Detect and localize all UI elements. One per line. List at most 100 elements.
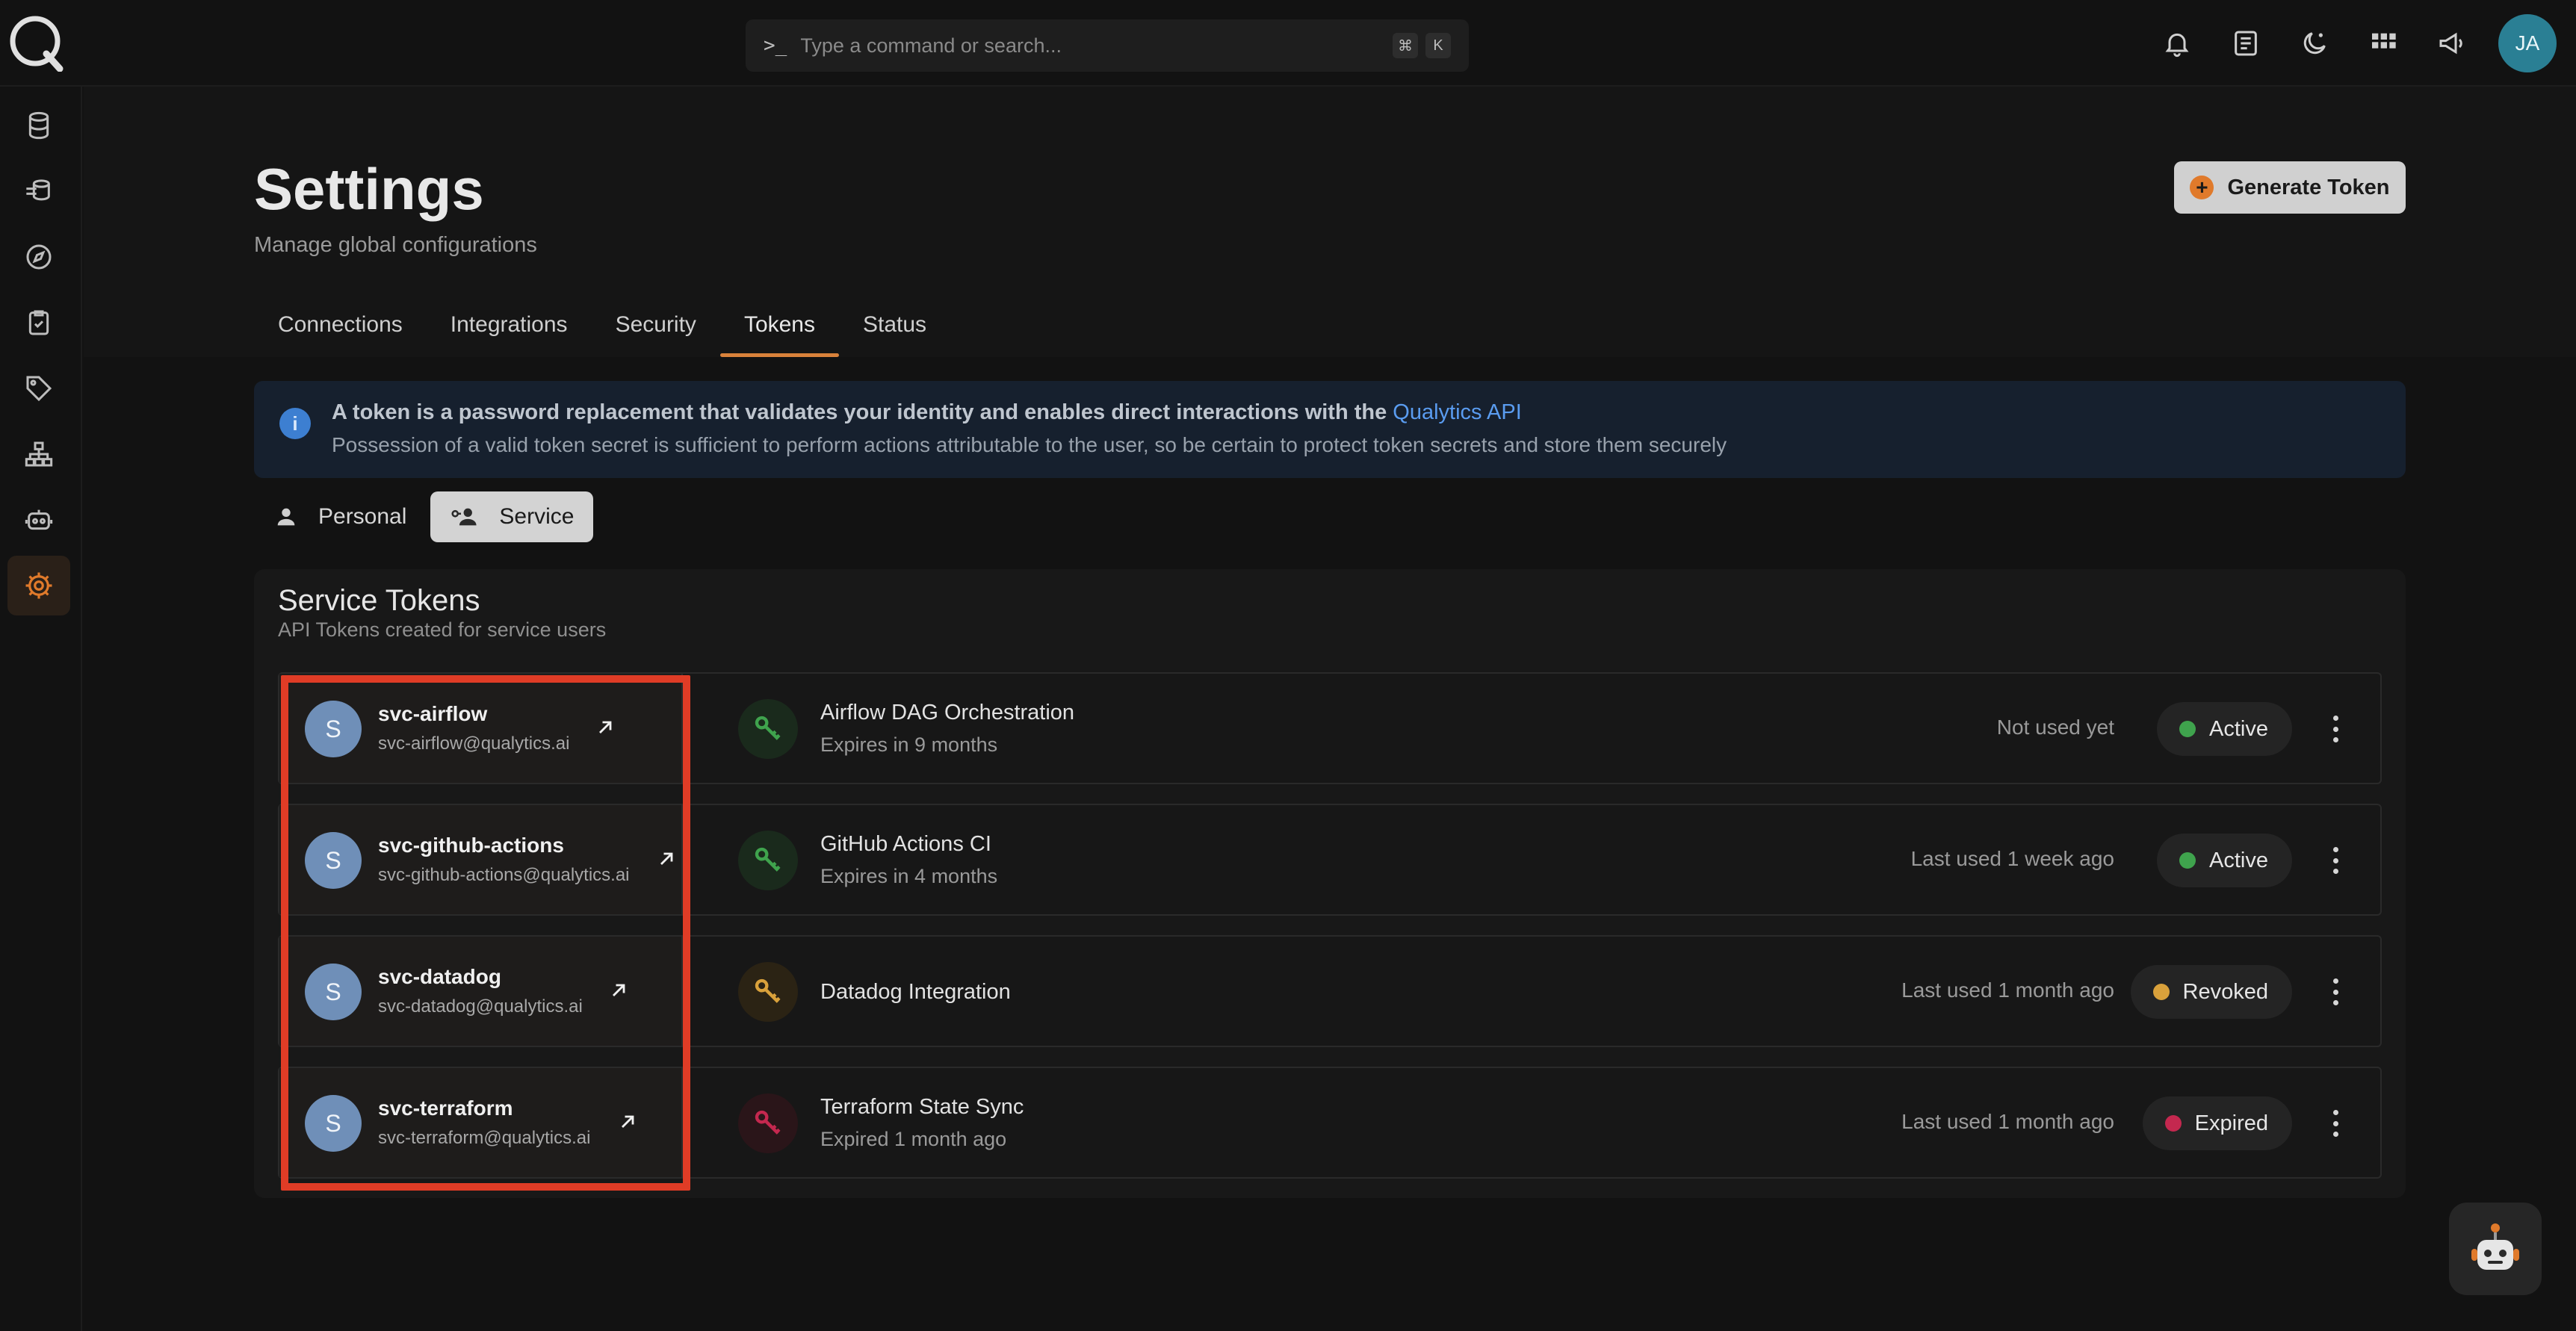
token-expiry: Expires in 9 months (820, 733, 998, 756)
personal-toggle-button[interactable]: Personal (254, 491, 426, 542)
status-badge: Active (2157, 834, 2292, 887)
token-row: S svc-github-actions svc-github-actions@… (278, 804, 2382, 916)
service-toggle-button[interactable]: Service (430, 491, 594, 542)
token-expiry: Expired 1 month ago (820, 1128, 1007, 1150)
service-user-cell[interactable]: S svc-airflow svc-airflow@qualytics.ai (279, 674, 683, 783)
status-label: Expired (2194, 1111, 2268, 1135)
token-row: S svc-airflow svc-airflow@qualytics.ai A… (278, 672, 2382, 784)
token-last-used: Last used 1 month ago (1901, 978, 2114, 1002)
robot-icon (25, 509, 53, 530)
service-user-name: svc-airflow (378, 702, 488, 725)
service-tokens-card: Service Tokens API Tokens created for se… (254, 569, 2406, 1198)
tab-integrations[interactable]: Integrations (427, 303, 592, 357)
assistant-bot-button[interactable] (2449, 1203, 2542, 1295)
sidebar-item-datastores[interactable] (7, 161, 70, 221)
sidebar-item-database[interactable] (7, 96, 70, 155)
info-text: A token is a password replacement that v… (332, 400, 1393, 424)
status-dot (2179, 721, 2196, 737)
key-icon (738, 962, 798, 1022)
service-user-email: svc-github-actions@qualytics.ai (378, 865, 630, 885)
sidebar-item-agents[interactable] (7, 490, 70, 550)
status-dot (2179, 852, 2196, 869)
datastore-stack-icon (26, 179, 50, 201)
user-avatar: S (305, 832, 362, 889)
key-icon (738, 831, 798, 890)
qualytics-logo[interactable] (7, 13, 66, 72)
key-icon (738, 1093, 798, 1153)
status-label: Revoked (2182, 979, 2268, 1004)
generate-token-button[interactable]: + Generate Token (2174, 161, 2406, 214)
service-user-icon (450, 504, 480, 530)
sidebar-item-settings[interactable] (7, 556, 70, 615)
database-icon (28, 111, 49, 140)
more-options-icon[interactable] (2320, 711, 2350, 747)
shortcut-k-key: K (1425, 33, 1451, 58)
hierarchy-icon (25, 441, 53, 467)
token-expiry: Expires in 4 months (820, 865, 998, 887)
service-user-cell[interactable]: S svc-datadog svc-datadog@qualytics.ai (279, 937, 683, 1046)
tab-status[interactable]: Status (839, 303, 950, 357)
page-subtitle: Manage global configurations (254, 233, 537, 257)
service-user-name: svc-datadog (378, 965, 501, 988)
token-name: Airflow DAG Orchestration (820, 701, 1075, 725)
user-avatar: S (305, 964, 362, 1020)
token-name: GitHub Actions CI (820, 832, 991, 856)
command-search-input[interactable]: >_ Type a command or search... ⌘ K (746, 19, 1469, 72)
service-user-cell[interactable]: S svc-github-actions svc-github-actions@… (279, 805, 683, 914)
sidebar-item-tags[interactable] (7, 359, 70, 418)
more-options-icon[interactable] (2320, 1105, 2350, 1141)
more-options-icon[interactable] (2320, 843, 2350, 878)
token-last-used: Not used yet (1996, 716, 2114, 739)
bell-icon[interactable] (2143, 9, 2211, 78)
shortcut-cmd-key: ⌘ (1393, 33, 1418, 58)
search-placeholder: Type a command or search... (800, 34, 1062, 57)
sidebar (0, 87, 82, 1331)
service-user-name: svc-terraform (378, 1096, 513, 1120)
tab-tokens[interactable]: Tokens (719, 303, 840, 357)
status-badge: Expired (2142, 1096, 2292, 1150)
token-name: Datadog Integration (820, 980, 1011, 1004)
service-user-email: svc-terraform@qualytics.ai (378, 1128, 591, 1148)
qualytics-api-link[interactable]: Qualytics API (1393, 400, 1521, 424)
card-title: Service Tokens (278, 584, 480, 617)
more-options-icon[interactable] (2320, 974, 2350, 1010)
megaphone-icon[interactable] (2418, 9, 2486, 78)
personal-label: Personal (318, 504, 407, 529)
sidebar-item-hierarchy[interactable] (7, 424, 70, 484)
status-dot (2164, 1115, 2182, 1132)
service-user-email: svc-airflow@qualytics.ai (378, 733, 570, 754)
notes-icon[interactable] (2211, 9, 2280, 78)
generate-token-label: Generate Token (2227, 175, 2390, 199)
token-row: S svc-terraform svc-terraform@qualytics.… (278, 1067, 2382, 1179)
info-line-2: Possession of a valid token secret is su… (332, 433, 1727, 456)
key-icon (738, 699, 798, 759)
theme-moon-icon[interactable] (2280, 9, 2349, 78)
compass-icon (26, 244, 52, 270)
settings-tabs: Connections Integrations Security Tokens… (254, 303, 950, 357)
info-icon: i (279, 408, 311, 439)
tag-icon (26, 376, 52, 402)
sidebar-item-explore[interactable] (7, 227, 70, 287)
open-external-icon[interactable] (592, 714, 619, 741)
tab-connections[interactable]: Connections (254, 303, 427, 357)
status-badge: Active (2157, 702, 2292, 756)
info-line-1: A token is a password replacement that v… (332, 400, 1522, 425)
sidebar-item-checks[interactable] (7, 293, 70, 353)
open-external-icon[interactable] (653, 846, 680, 872)
open-external-icon[interactable] (605, 977, 632, 1004)
user-avatar: S (305, 1095, 362, 1152)
terminal-prompt-icon: >_ (764, 34, 787, 57)
open-external-icon[interactable] (614, 1108, 641, 1135)
user-avatar: S (305, 701, 362, 757)
token-name: Terraform State Sync (820, 1095, 1024, 1119)
token-type-toggle: Personal Service (254, 491, 598, 542)
token-last-used: Last used 1 month ago (1901, 1110, 2114, 1133)
service-user-cell[interactable]: S svc-terraform svc-terraform@qualytics.… (279, 1068, 683, 1177)
user-avatar[interactable]: JA (2498, 14, 2557, 72)
apps-grid-icon[interactable] (2349, 9, 2418, 78)
status-label: Active (2209, 716, 2268, 741)
status-label: Active (2209, 848, 2268, 872)
person-icon (273, 504, 299, 530)
tab-security[interactable]: Security (592, 303, 720, 357)
top-bar: >_ Type a command or search... ⌘ K JA (0, 0, 2576, 87)
